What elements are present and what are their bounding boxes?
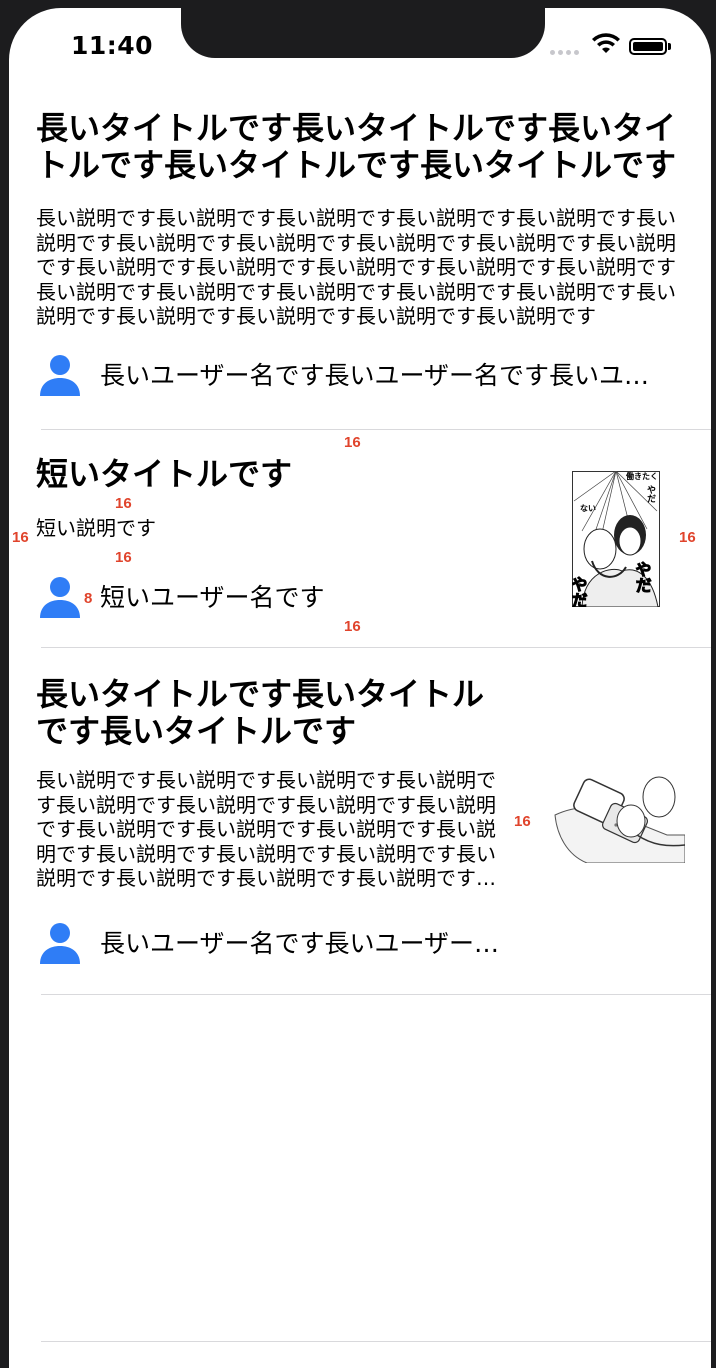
svg-text:やだ: やだ [572, 576, 588, 607]
user-row: 長いユーザー名です長いユーザー名です [36, 918, 505, 966]
spacing-label: 16 [679, 529, 696, 546]
spacing-label: 16 [115, 495, 132, 512]
svg-text:働きたく: 働きたく [625, 471, 658, 481]
item-description: 長い説明です長い説明です長い説明です長い説明です長い説明です長い説明です長い説明… [36, 206, 676, 328]
username: 長いユーザー名です長いユーザー名です [100, 929, 505, 958]
person-icon [40, 923, 80, 964]
username: 短いユーザー名です [100, 583, 325, 612]
device-notch [181, 8, 545, 58]
spacing-label: 8 [84, 590, 93, 607]
divider [41, 994, 711, 995]
manga-thumbnail[interactable] [547, 775, 685, 863]
item-description: 短い説明です [36, 516, 156, 540]
battery-icon [629, 38, 667, 55]
app-screen: 11:40 長いタイトルです長いタイトルです長いタイトルです長いタイトルです長い… [9, 8, 711, 1368]
divider [41, 647, 711, 648]
signal-icon [550, 50, 579, 55]
svg-text:やだ: やだ [645, 485, 656, 504]
person-icon [40, 355, 80, 396]
person-icon [40, 577, 80, 618]
svg-text:ない: ない [580, 504, 596, 513]
spacing-label: 16 [344, 434, 361, 451]
wifi-icon [592, 33, 620, 53]
item-title: 長いタイトルです長いタイトルです長いタイトルです [36, 676, 485, 750]
status-time: 11:40 [71, 31, 154, 60]
svg-text:やだ: やだ [633, 561, 652, 593]
spacing-label: 16 [514, 813, 531, 830]
item-title: 短いタイトルです [36, 456, 293, 493]
user-row: 短いユーザー名です [36, 572, 520, 620]
divider [41, 1341, 711, 1342]
item-description: 長い説明です長い説明です長い説明です長い説明です長い説明です長い説明です長い説明… [36, 768, 496, 890]
item-title: 長いタイトルです長いタイトルです長いタイトルです長いタイトルです長いタイトルです [36, 110, 677, 184]
manga-thumbnail[interactable]: やだ 働きたく ない やだ やだ [572, 471, 660, 607]
spacing-label: 16 [344, 618, 361, 635]
spacing-label: 16 [115, 549, 132, 566]
username: 長いユーザー名です長いユーザー名です長いユーザー名です [100, 361, 670, 390]
spacing-label: 16 [12, 529, 29, 546]
user-row: 長いユーザー名です長いユーザー名です長いユーザー名です [36, 350, 670, 398]
divider [41, 429, 711, 430]
